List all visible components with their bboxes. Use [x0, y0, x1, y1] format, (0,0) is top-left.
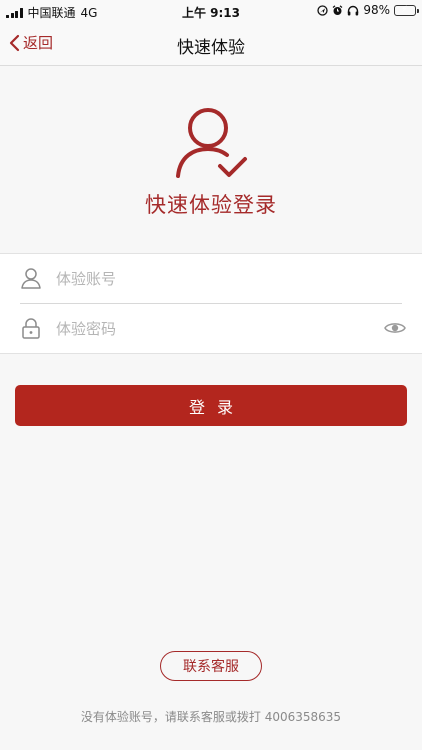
hero-title: 快速体验登录 — [145, 193, 277, 217]
footer-note: 没有体验账号，请联系客服或拨打 4006358635 — [80, 710, 342, 724]
login-button[interactable]: 登录 — [15, 385, 407, 426]
status-right: 98% ⚡ — [317, 3, 419, 17]
battery-icon: ⚡ — [394, 4, 419, 16]
eye-icon[interactable] — [384, 320, 406, 336]
battery-percent: 98% — [363, 3, 390, 17]
password-input[interactable] — [56, 317, 366, 341]
navigation-bar: 返回 快速体验 — [0, 22, 422, 66]
headphones-icon — [348, 5, 359, 15]
contact-support-button[interactable]: 联系客服 — [160, 651, 262, 681]
status-bar: 中国联通 4G 上午 9:13 98% ⚡ — [0, 0, 422, 22]
alarm-icon — [332, 4, 343, 15]
password-row — [0, 304, 422, 354]
lock-icon — [22, 318, 40, 339]
page-title: 快速体验 — [177, 38, 245, 58]
account-input[interactable] — [56, 267, 366, 291]
app-screen: 中国联通 4G 上午 9:13 98% ⚡ 返回 快速体验 快速体验登录 体验账… — [0, 0, 422, 750]
user-check-icon — [176, 108, 247, 178]
location-icon — [317, 4, 328, 16]
login-form — [0, 253, 422, 354]
account-row — [0, 254, 422, 304]
user-icon — [21, 268, 41, 289]
